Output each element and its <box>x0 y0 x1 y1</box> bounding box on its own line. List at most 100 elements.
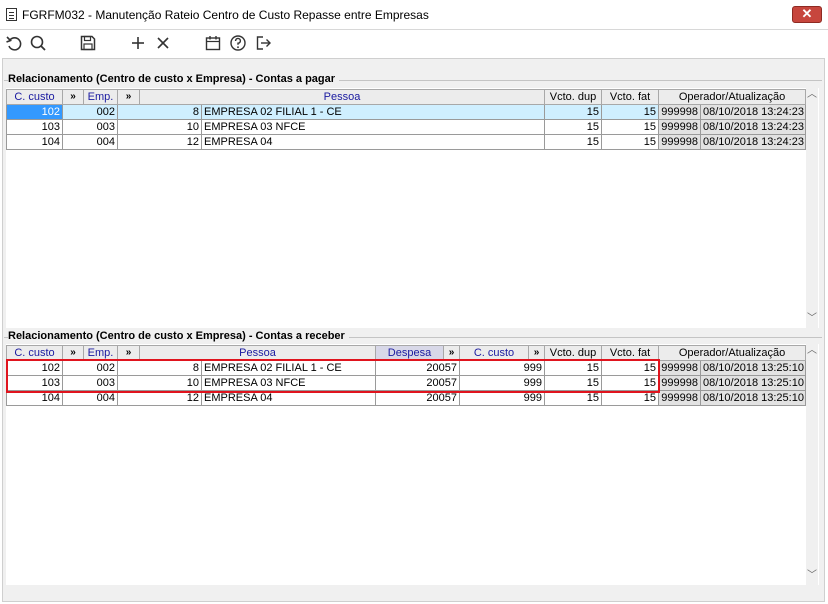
col-header-pessoa[interactable]: Pessoa <box>138 345 377 361</box>
col-expand-emp[interactable]: » <box>117 345 140 361</box>
scroll-down-icon[interactable]: ﹀ <box>806 571 818 583</box>
cell-pessoa-code[interactable]: 12 <box>117 390 202 406</box>
col-header-emp[interactable]: Emp. <box>83 345 118 361</box>
window-close-button[interactable]: ✕ <box>792 6 822 23</box>
cell-atualizacao: 08/10/2018 13:24:23 <box>700 134 807 150</box>
col-header-ccusto[interactable]: C. custo <box>6 89 63 105</box>
cell-pessoa-code[interactable]: 8 <box>117 360 202 376</box>
title-bar: FGRFM032 - Manutenção Rateio Centro de C… <box>0 0 828 30</box>
cell-vcto-dup[interactable]: 15 <box>544 119 603 135</box>
col-expand-despesa[interactable]: » <box>443 345 461 361</box>
col-header-vcto-dup[interactable]: Vcto. dup <box>544 89 603 105</box>
cell-vcto-fat[interactable]: 15 <box>601 360 660 376</box>
cell-vcto-dup[interactable]: 15 <box>544 104 603 120</box>
cell-despesa[interactable]: 20057 <box>375 390 461 406</box>
table-row[interactable]: 104 004 12 EMPRESA 04 20057 999 15 15 99… <box>6 390 807 406</box>
grid-pagar: C. custo » Emp. » Pessoa Vcto. dup Vcto.… <box>6 89 807 150</box>
col-header-vcto-fat[interactable]: Vcto. fat <box>601 345 660 361</box>
cell-pessoa-name[interactable]: EMPRESA 03 NFCE <box>200 375 377 391</box>
cell-vcto-dup[interactable]: 15 <box>544 360 603 376</box>
close-icon[interactable] <box>153 33 173 53</box>
cell-vcto-dup[interactable]: 15 <box>544 390 603 406</box>
cell-pessoa-name[interactable]: EMPRESA 02 FILIAL 1 - CE <box>200 360 377 376</box>
window-title: FGRFM032 - Manutenção Rateio Centro de C… <box>22 8 429 22</box>
cell-atualizacao: 08/10/2018 13:25:10 <box>700 375 807 391</box>
help-icon[interactable] <box>228 33 248 53</box>
cell-pessoa-name[interactable]: EMPRESA 02 FILIAL 1 - CE <box>200 104 546 120</box>
col-header-despesa[interactable]: Despesa <box>375 345 445 361</box>
col-header-emp[interactable]: Emp. <box>83 89 118 105</box>
scroll-down-icon[interactable]: ﹀ <box>806 314 818 326</box>
cell-emp[interactable]: 003 <box>62 119 118 135</box>
plus-icon[interactable] <box>128 33 148 53</box>
col-header-operador[interactable]: Operador/Atualização <box>658 345 807 361</box>
scroll-up-icon[interactable]: ︿ <box>806 90 818 102</box>
cell-vcto-fat[interactable]: 15 <box>601 134 660 150</box>
calendar-icon[interactable] <box>203 33 223 53</box>
cell-pessoa-code[interactable]: 8 <box>117 104 202 120</box>
exit-icon[interactable] <box>253 33 273 53</box>
cell-pessoa-name[interactable]: EMPRESA 04 <box>200 390 377 406</box>
cell-ccusto-2[interactable]: 999 <box>459 360 546 376</box>
table-row[interactable]: 103 003 10 EMPRESA 03 NFCE 20057 999 15 … <box>6 375 807 391</box>
cell-atualizacao: 08/10/2018 13:24:23 <box>700 104 807 120</box>
cell-pessoa-code[interactable]: 10 <box>117 375 202 391</box>
cell-atualizacao: 08/10/2018 13:24:23 <box>700 119 807 135</box>
cell-atualizacao: 08/10/2018 13:25:10 <box>700 390 807 406</box>
col-expand-ccusto-2[interactable]: » <box>528 345 546 361</box>
cell-ccusto[interactable]: 104 <box>6 390 63 406</box>
cell-ccusto[interactable]: 104 <box>6 134 63 150</box>
cell-vcto-dup[interactable]: 15 <box>544 375 603 391</box>
cell-emp[interactable]: 003 <box>62 375 118 391</box>
cell-pessoa-code[interactable]: 10 <box>117 119 202 135</box>
col-expand-ccusto[interactable]: » <box>62 89 84 105</box>
cell-emp[interactable]: 004 <box>62 390 118 406</box>
table-row[interactable]: 103 003 10 EMPRESA 03 NFCE 15 15 999998 … <box>6 119 807 135</box>
search-icon[interactable] <box>28 33 48 53</box>
cell-vcto-fat[interactable]: 15 <box>601 119 660 135</box>
toolbar <box>0 30 828 58</box>
cell-operador: 999998 <box>658 134 702 150</box>
col-expand-ccusto[interactable]: » <box>62 345 84 361</box>
cell-operador: 999998 <box>658 119 702 135</box>
cell-ccusto[interactable]: 103 <box>6 119 63 135</box>
cell-emp[interactable]: 004 <box>62 134 118 150</box>
cell-pessoa-name[interactable]: EMPRESA 03 NFCE <box>200 119 546 135</box>
scrollbar-pagar[interactable]: ︿ ﹀ <box>806 88 818 328</box>
cell-emp[interactable]: 002 <box>62 360 118 376</box>
col-header-operador[interactable]: Operador/Atualização <box>658 89 807 105</box>
cell-ccusto-2[interactable]: 999 <box>459 375 546 391</box>
save-icon[interactable] <box>78 33 98 53</box>
cell-operador: 999998 <box>658 104 702 120</box>
section-title-pagar: Relacionamento (Centro de custo x Empres… <box>8 73 340 85</box>
col-header-ccusto-2[interactable]: C. custo <box>459 345 530 361</box>
table-row[interactable]: 102 002 8 EMPRESA 02 FILIAL 1 - CE 15 15… <box>6 104 807 120</box>
col-header-pessoa[interactable]: Pessoa <box>138 89 546 105</box>
col-header-vcto-dup[interactable]: Vcto. dup <box>544 345 603 361</box>
cell-pessoa-name[interactable]: EMPRESA 04 <box>200 134 546 150</box>
cell-ccusto[interactable]: 103 <box>6 375 63 391</box>
scroll-up-icon[interactable]: ︿ <box>806 346 818 358</box>
cell-operador: 999998 <box>658 360 702 376</box>
cell-operador: 999998 <box>658 375 702 391</box>
undo-icon[interactable] <box>4 33 24 53</box>
grid-receber: C. custo » Emp. » Pessoa Despesa » C. cu… <box>6 345 807 406</box>
table-row[interactable]: 102 002 8 EMPRESA 02 FILIAL 1 - CE 20057… <box>6 360 807 376</box>
cell-ccusto[interactable]: 102 <box>6 104 63 120</box>
cell-ccusto[interactable]: 102 <box>6 360 63 376</box>
table-row[interactable]: 104 004 12 EMPRESA 04 15 15 999998 08/10… <box>6 134 807 150</box>
cell-emp[interactable]: 002 <box>62 104 118 120</box>
scrollbar-receber[interactable]: ︿ ﹀ <box>806 344 818 585</box>
cell-vcto-fat[interactable]: 15 <box>601 390 660 406</box>
cell-vcto-fat[interactable]: 15 <box>601 104 660 120</box>
col-header-ccusto[interactable]: C. custo <box>6 345 63 361</box>
cell-vcto-fat[interactable]: 15 <box>601 375 660 391</box>
cell-ccusto-2[interactable]: 999 <box>459 390 546 406</box>
cell-despesa[interactable]: 20057 <box>375 360 461 376</box>
col-header-vcto-fat[interactable]: Vcto. fat <box>601 89 660 105</box>
cell-vcto-dup[interactable]: 15 <box>544 134 603 150</box>
col-expand-emp[interactable]: » <box>117 89 140 105</box>
cell-pessoa-code[interactable]: 12 <box>117 134 202 150</box>
cell-despesa[interactable]: 20057 <box>375 375 461 391</box>
cell-operador: 999998 <box>658 390 702 406</box>
